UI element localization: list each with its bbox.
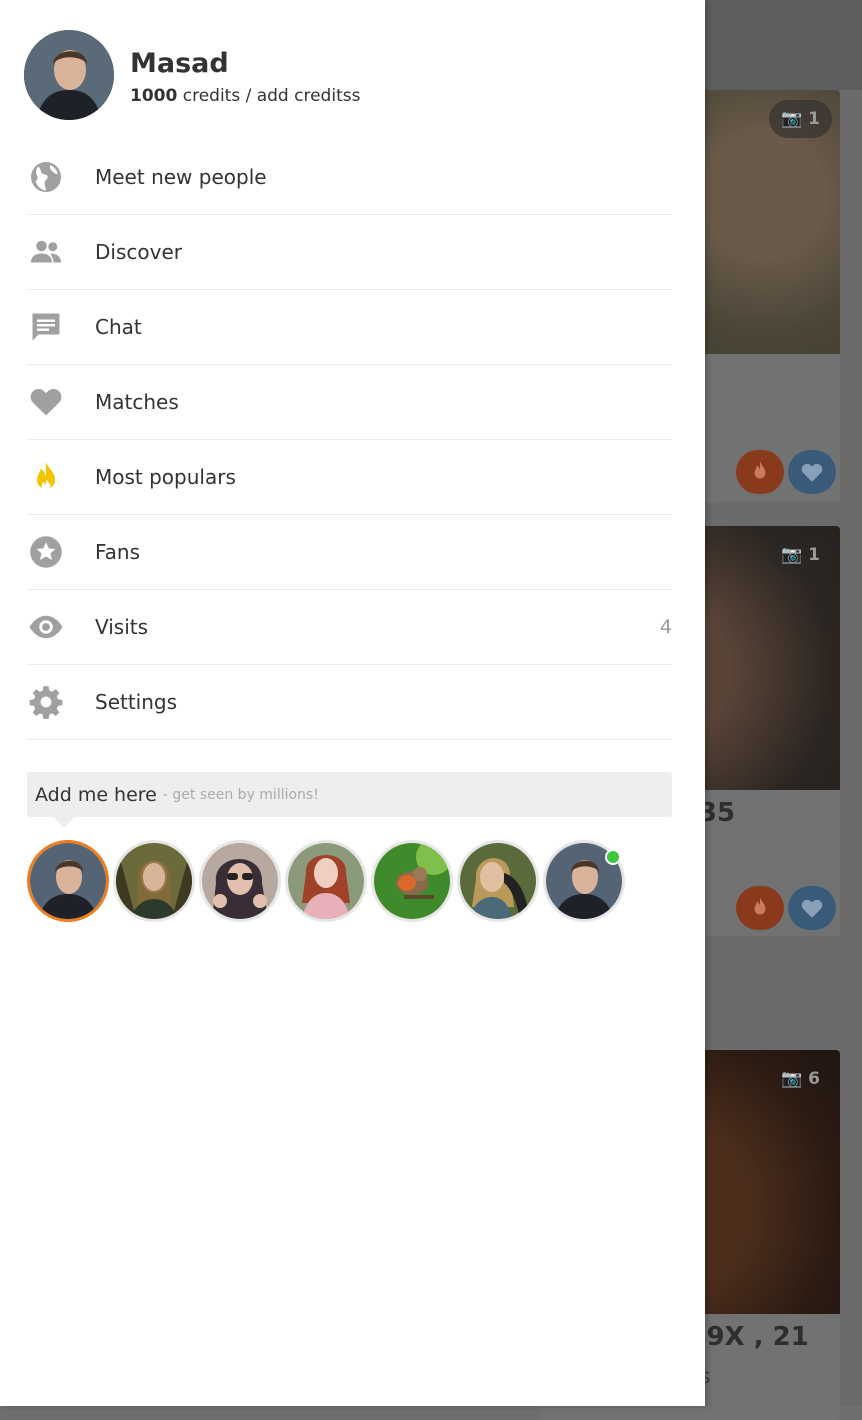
flame-icon	[27, 458, 65, 496]
camera-icon: 📷	[780, 109, 803, 129]
heart-icon	[801, 899, 823, 918]
spotlight-avatar[interactable]	[199, 840, 281, 922]
credits-value: 1000	[130, 86, 178, 106]
like-button[interactable]	[788, 886, 836, 930]
menu-item-label: Visits	[95, 615, 149, 639]
menu-item-settings[interactable]: Settings	[27, 665, 672, 740]
gear-icon	[27, 683, 65, 721]
menu-item-label: Matches	[95, 390, 179, 414]
photo-count-badge: 📷 1	[768, 536, 832, 574]
credits-text: credits / add creditss	[182, 86, 361, 106]
heart-icon	[27, 383, 65, 421]
add-me-pointer	[54, 817, 74, 828]
photo-count-badge: 📷 1	[768, 100, 832, 138]
menu-item-visits[interactable]: Visits 4	[27, 590, 672, 665]
profile-avatar[interactable]	[24, 30, 114, 120]
profile-name: Masad	[130, 48, 229, 79]
online-status-dot	[605, 849, 621, 865]
menu-item-label: Most populars	[95, 465, 236, 489]
avatar-photo	[24, 30, 114, 120]
visits-count-badge: 4	[659, 616, 672, 638]
star-icon	[27, 533, 65, 571]
spotlight-avatar[interactable]	[371, 840, 453, 922]
eye-icon	[27, 608, 65, 646]
globe-icon	[27, 158, 65, 196]
add-me-banner[interactable]: Add me here - get seen by millions!	[27, 772, 672, 817]
add-me-hint: - get seen by millions!	[162, 786, 319, 803]
menu-item-label: Discover	[95, 240, 182, 264]
camera-icon: 📷	[780, 1069, 803, 1089]
menu-item-meet-new-people[interactable]: Meet new people	[27, 140, 672, 215]
flame-icon	[754, 461, 766, 479]
camera-icon: 📷	[780, 545, 803, 565]
menu-item-label: Chat	[95, 315, 142, 339]
like-button[interactable]	[788, 450, 836, 494]
menu-item-matches[interactable]: Matches	[27, 365, 672, 440]
people-icon	[27, 233, 65, 271]
menu-item-label: Settings	[95, 690, 178, 714]
credits-link[interactable]: 1000 credits / add creditss	[130, 86, 360, 106]
navigation-drawer: Masad 1000 credits / add creditss Meet n…	[0, 0, 705, 1406]
flame-icon	[754, 897, 766, 915]
drawer-menu: Meet new people Discover Chat Matches Mo…	[27, 140, 672, 740]
photo-count-badge: 📷 6	[780, 1069, 820, 1089]
flame-button[interactable]	[736, 450, 784, 494]
chat-icon	[27, 308, 65, 346]
spotlight-avatar-self[interactable]	[27, 840, 109, 922]
menu-item-chat[interactable]: Chat	[27, 290, 672, 365]
spotlight-avatar[interactable]	[457, 840, 539, 922]
add-me-title: Add me here	[35, 783, 157, 806]
menu-item-most-populars[interactable]: Most populars	[27, 440, 672, 515]
spotlight-avatar[interactable]	[285, 840, 367, 922]
avatar-photo	[374, 843, 450, 919]
menu-item-label: Fans	[95, 540, 141, 564]
spotlight-avatar[interactable]	[113, 840, 195, 922]
heart-icon	[801, 463, 823, 482]
menu-item-discover[interactable]: Discover	[27, 215, 672, 290]
avatar-photo	[116, 843, 192, 919]
avatar-photo	[30, 843, 106, 919]
menu-item-label: Meet new people	[95, 165, 267, 189]
avatar-photo	[288, 843, 364, 919]
menu-item-fans[interactable]: Fans	[27, 515, 672, 590]
flame-button[interactable]	[736, 886, 784, 930]
avatar-photo	[460, 843, 536, 919]
avatar-photo	[202, 843, 278, 919]
